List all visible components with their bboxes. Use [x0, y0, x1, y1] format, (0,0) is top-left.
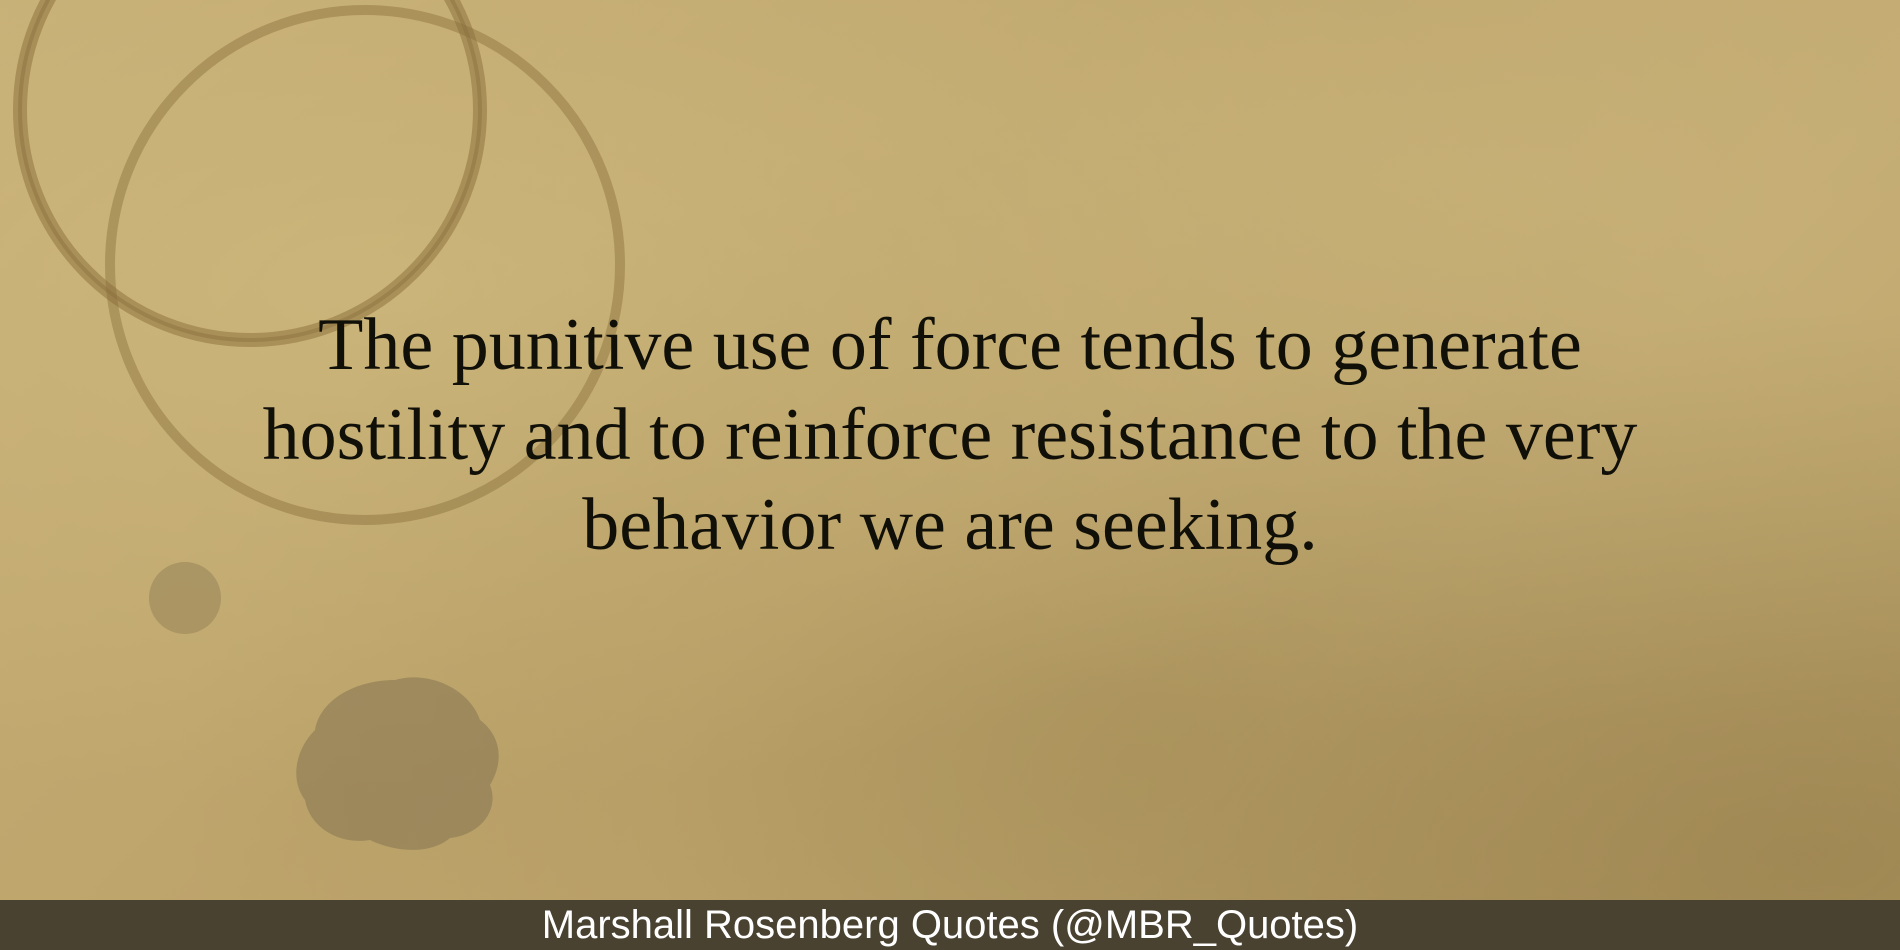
stain-dot-small: [149, 562, 221, 634]
stain-ring-large-edge: [18, 0, 482, 342]
stain-ring-large: [13, 0, 487, 347]
attribution-text: Marshall Rosenberg Quotes (@MBR_Quotes): [541, 903, 1359, 947]
quote-text: The punitive use of force tends to gener…: [262, 304, 1638, 566]
attribution-bar: Marshall Rosenberg Quotes (@MBR_Quotes): [0, 900, 1900, 950]
stain-splotch: [296, 677, 499, 850]
